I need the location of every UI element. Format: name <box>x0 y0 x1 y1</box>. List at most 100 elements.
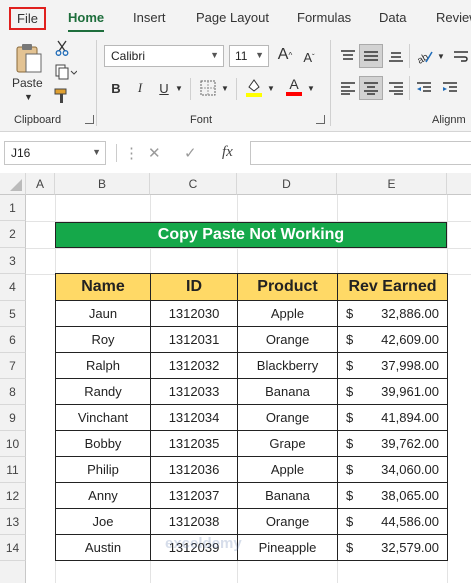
chevron-down-icon[interactable]: ▼ <box>174 80 184 96</box>
cell-product[interactable]: Grape <box>237 430 338 457</box>
cell-name[interactable]: Anny <box>55 482 151 509</box>
formula-input[interactable] <box>250 141 471 165</box>
cell-rev-earned[interactable]: $32,579.00 <box>337 534 448 561</box>
cell-product[interactable]: Apple <box>237 456 338 483</box>
select-all-corner[interactable] <box>0 173 26 195</box>
align-center-icon[interactable] <box>359 76 383 100</box>
row-header[interactable]: 9 <box>0 405 26 431</box>
format-painter-icon[interactable] <box>54 88 70 104</box>
row-header[interactable]: 13 <box>0 509 26 535</box>
tab-review[interactable]: Review <box>436 10 471 25</box>
tab-insert[interactable]: Insert <box>133 10 166 25</box>
cell-product[interactable]: Apple <box>237 300 338 327</box>
cell-product[interactable]: Blackberry <box>237 352 338 379</box>
row-header[interactable]: 14 <box>0 535 26 561</box>
header-name[interactable]: Name <box>55 273 151 301</box>
cell-rev-earned[interactable]: $41,894.00 <box>337 404 448 431</box>
column-header[interactable]: B <box>55 173 150 195</box>
cell-name[interactable]: Philip <box>55 456 151 483</box>
row-header[interactable]: 5 <box>0 301 26 327</box>
column-header[interactable] <box>447 173 471 195</box>
align-top-icon[interactable] <box>338 46 358 66</box>
font-size-select[interactable]: 11 ▼ <box>229 45 269 67</box>
align-left-icon[interactable] <box>338 78 358 98</box>
header-id[interactable]: ID <box>150 273 238 301</box>
cell-name[interactable]: Jaun <box>55 300 151 327</box>
column-header[interactable]: A <box>26 173 55 195</box>
cell-id[interactable]: 1312032 <box>150 352 238 379</box>
tab-file[interactable]: File <box>9 7 46 30</box>
row-header[interactable] <box>0 561 26 583</box>
cell-id[interactable]: 1312033 <box>150 378 238 405</box>
cell-id[interactable]: 1312030 <box>150 300 238 327</box>
cell-name[interactable]: Vinchant <box>55 404 151 431</box>
cell-product[interactable]: Pineapple <box>237 534 338 561</box>
cell-rev-earned[interactable]: $37,998.00 <box>337 352 448 379</box>
cell-name[interactable]: Roy <box>55 326 151 353</box>
enter-icon[interactable]: ✓ <box>184 144 197 162</box>
header-rev-earned[interactable]: Rev Earned <box>337 273 448 301</box>
cell-id[interactable]: 1312034 <box>150 404 238 431</box>
row-header[interactable]: 4 <box>0 274 26 301</box>
cell-id[interactable]: 1312035 <box>150 430 238 457</box>
increase-font-icon[interactable]: A ^ <box>274 44 296 66</box>
borders-icon[interactable] <box>198 79 218 97</box>
row-header[interactable]: 1 <box>0 195 26 221</box>
cancel-icon[interactable]: ✕ <box>148 144 161 162</box>
column-header[interactable]: E <box>337 173 447 195</box>
row-header[interactable]: 7 <box>0 353 26 379</box>
cut-icon[interactable] <box>54 40 70 56</box>
align-middle-icon[interactable] <box>359 44 383 68</box>
paste-icon[interactable] <box>14 42 44 74</box>
cell-rev-earned[interactable]: $34,060.00 <box>337 456 448 483</box>
cell-product[interactable]: Orange <box>237 508 338 535</box>
italic-button[interactable]: I <box>132 78 148 98</box>
cell-product[interactable]: Orange <box>237 326 338 353</box>
insert-function-icon[interactable]: fx <box>222 144 233 161</box>
cell-name[interactable]: Randy <box>55 378 151 405</box>
sheet-title[interactable]: Copy Paste Not Working <box>55 222 447 248</box>
chevron-down-icon[interactable]: ▼ <box>266 80 276 96</box>
chevron-down-icon[interactable]: ▼ <box>220 80 230 96</box>
cell-name[interactable]: Austin <box>55 534 151 561</box>
fill-color-icon[interactable] <box>244 76 264 98</box>
cell-rev-earned[interactable]: $32,886.00 <box>337 300 448 327</box>
cell-rev-earned[interactable]: $38,065.00 <box>337 482 448 509</box>
cell-name[interactable]: Joe <box>55 508 151 535</box>
cell-rev-earned[interactable]: $42,609.00 <box>337 326 448 353</box>
chevron-down-icon[interactable]: ▼ <box>306 80 316 96</box>
cell-name[interactable]: Bobby <box>55 430 151 457</box>
underline-button[interactable]: U <box>156 78 172 98</box>
cell-id[interactable]: 1312038 <box>150 508 238 535</box>
name-box[interactable]: J16 ▼ <box>4 141 106 165</box>
row-header[interactable]: 8 <box>0 379 26 405</box>
row-header[interactable]: 10 <box>0 431 26 457</box>
bold-button[interactable]: B <box>108 78 124 98</box>
cell-rev-earned[interactable]: $44,586.00 <box>337 508 448 535</box>
align-bottom-icon[interactable] <box>386 46 406 66</box>
decrease-font-icon[interactable]: Aˇ <box>298 46 320 68</box>
copy-icon[interactable] <box>54 64 78 80</box>
row-header[interactable]: 12 <box>0 483 26 509</box>
column-header[interactable]: D <box>237 173 337 195</box>
cell-product[interactable]: Banana <box>237 482 338 509</box>
row-header[interactable]: 2 <box>0 221 26 248</box>
cell-id[interactable]: 1312031 <box>150 326 238 353</box>
decrease-indent-icon[interactable] <box>414 78 434 98</box>
tab-formulas[interactable]: Formulas <box>297 10 351 25</box>
tab-page-layout[interactable]: Page Layout <box>196 10 269 25</box>
clipboard-launcher-icon[interactable] <box>85 115 94 124</box>
chevron-down-icon[interactable]: ▼ <box>24 92 33 102</box>
paste-label[interactable]: Paste <box>12 76 43 90</box>
orientation-icon[interactable]: ab <box>414 46 436 66</box>
tab-data[interactable]: Data <box>379 10 406 25</box>
cell-rev-earned[interactable]: $39,762.00 <box>337 430 448 457</box>
cell-rev-earned[interactable]: $39,961.00 <box>337 378 448 405</box>
column-header[interactable]: C <box>150 173 237 195</box>
align-right-icon[interactable] <box>386 78 406 98</box>
header-product[interactable]: Product <box>237 273 338 301</box>
cell-id[interactable]: 1312037 <box>150 482 238 509</box>
cell-name[interactable]: Ralph <box>55 352 151 379</box>
tab-home[interactable]: Home <box>68 10 105 32</box>
cell-product[interactable]: Orange <box>237 404 338 431</box>
